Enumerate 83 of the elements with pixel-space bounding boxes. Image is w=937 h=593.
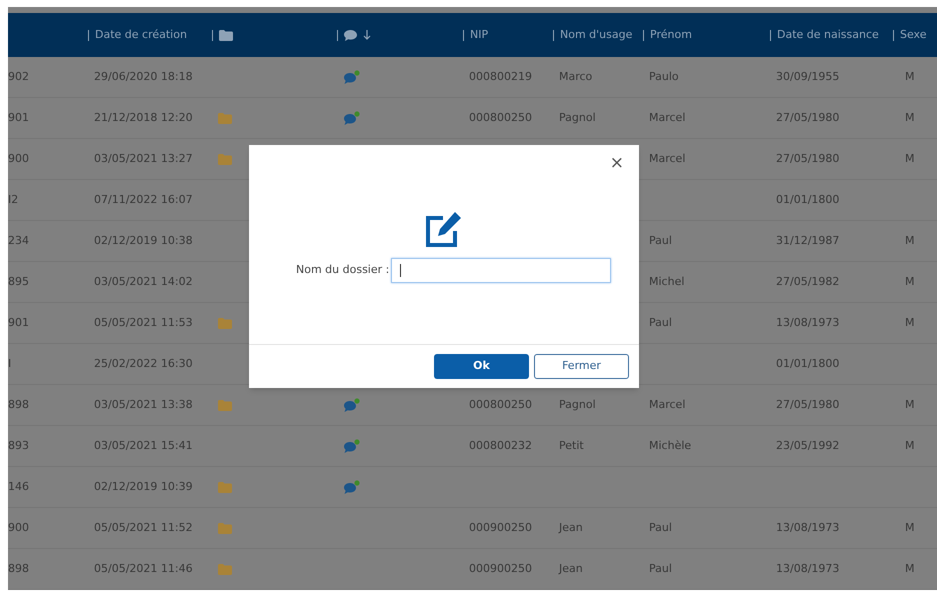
table-cell-text: M [904,520,914,536]
table-cell-text: 901 [8,110,29,126]
table-cell-text: 000800219 [469,68,532,85]
table-cell-text: 21/12/2018 12:20 [94,110,193,126]
table-cell-text: 01/01/1800 [776,356,840,372]
table-cell-text: 03/05/2021 13:38 [94,396,193,413]
table-cell-text: M [904,396,914,413]
table-cell-text: Jean [559,560,583,577]
table-cell-text: Paul [649,232,672,249]
table-cell-text: 01/01/1800 [776,192,840,208]
table-cell-text: 898 [8,396,29,413]
table-cell-text: 02/12/2019 10:39 [94,478,193,495]
close-dialog-button[interactable]: Fermer [534,354,629,379]
folder-icon [219,30,233,40]
table-cell-text: Michel [649,274,684,290]
table-cell-text: 13/08/1973 [776,314,840,331]
table-cell-text: 03/05/2021 13:27 [94,150,193,167]
table-cell-text: 30/09/1955 [776,68,840,85]
table-cell-text: I2 [8,192,18,208]
table-cell-text: M [904,560,914,577]
table-cell-text: M [904,150,914,167]
table-cell-text: 02/12/2019 10:38 [94,232,193,249]
table-cell-text: 13/08/1973 [776,520,840,536]
folder-name-field[interactable] [391,258,612,283]
column-header[interactable]: Sexe [900,26,926,44]
close-button[interactable]: × [606,155,628,172]
table-cell-text: I [8,356,12,372]
table-cell-text: 03/05/2021 14:02 [94,274,193,290]
table-cell-text: 895 [8,274,29,290]
table-cell-text: Paul [649,520,672,536]
table-cell-text: 000800250 [469,396,532,413]
table-cell-text: M [904,68,914,85]
table-cell-text: M [904,314,914,331]
table-cell-text: Marcel [649,110,686,126]
table-cell-text: M [904,232,914,249]
table-cell-text: Jean [559,520,583,536]
column-header[interactable]: NIP [470,26,488,44]
table-cell-text: 27/05/1982 [776,274,840,290]
table-cell-text: 893 [8,438,29,454]
table-cell-text: 27/05/1980 [776,150,840,167]
table-cell-text: 05/05/2021 11:46 [94,560,193,577]
table-cell-text: 23/05/1992 [776,438,840,454]
column-header[interactable]: Prénom [650,26,692,44]
table-cell-text: 234 [8,232,29,249]
table-cell-text: 05/05/2021 11:52 [94,520,193,536]
field-label: Nom du dossier : [296,262,390,278]
table-cell-text: Paul [649,560,672,577]
table-cell-text: Marcel [649,396,686,413]
table-cell-text: Petit [559,438,584,454]
table-cell-text: Marcel [649,150,686,167]
table-cell-text: 000900250 [469,560,532,577]
table-cell-text: 13/08/1973 [776,560,840,577]
table-cell-text: 03/05/2021 15:41 [94,438,193,454]
column-header[interactable]: Nom d'usage [560,26,632,44]
table-cell-text: 000800232 [469,438,532,454]
table-cell-text: M [904,274,914,290]
table-cell-text: 000900250 [469,520,532,536]
table-cell-text: 07/11/2022 16:07 [94,192,193,208]
table-cell-text: Paulo [649,68,679,85]
column-header[interactable]: Date de naissance [777,26,879,44]
table-cell-text: 000800250 [469,110,532,126]
table-cell-text: 27/05/1980 [776,110,840,126]
table-cell-text: 901 [8,314,29,331]
table-cell-text: 05/05/2021 11:53 [94,314,193,331]
table-cell-text: 900 [8,520,29,536]
speech-bubble-icon[interactable] [344,30,357,40]
ok-button[interactable]: Ok [434,354,529,379]
table-cell-text: M [904,438,914,454]
table-cell-text: 31/12/1987 [776,232,840,249]
table-cell-text: 902 [8,68,29,85]
column-header[interactable]: Date de création [95,26,187,44]
table-cell-text: Pagnol [559,396,596,413]
table-cell-text: Paul [649,314,672,331]
table-cell-text: 898 [8,560,29,577]
table-cell-text: Michèle [649,438,692,454]
table-cell-text: Marco [559,68,592,85]
table-cell-text: 25/02/2022 16:30 [94,356,193,372]
table-cell-text: 27/05/1980 [776,396,840,413]
table-cell-text: 146 [8,478,29,495]
table-cell-text: Pagnol [559,110,596,126]
table-cell-text: 900 [8,150,29,167]
table-cell-text: M [904,110,914,126]
table-cell-text: 29/06/2020 18:18 [94,68,193,85]
